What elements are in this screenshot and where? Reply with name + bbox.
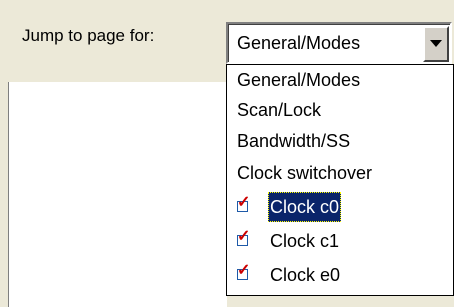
combobox-value: General/Modes: [237, 33, 361, 53]
combobox-field[interactable]: General/Modes: [228, 24, 450, 62]
checkmark-icon: ✓: [237, 228, 251, 245]
content-pane: [8, 82, 227, 307]
combobox-dropdown-list[interactable]: General/Modes Scan/Lock Bandwidth/SS Clo…: [226, 64, 454, 296]
option-general-modes[interactable]: General/Modes: [227, 65, 453, 95]
jump-to-page-label: Jump to page for:: [22, 26, 155, 45]
dialog-panel: Jump to page for: General/Modes General/…: [0, 0, 454, 307]
option-label: General/Modes: [237, 70, 361, 90]
option-label: Scan/Lock: [237, 100, 322, 120]
option-scan-lock[interactable]: Scan/Lock: [227, 95, 453, 125]
option-clock-c0[interactable]: ✓ Clock c0: [227, 192, 453, 222]
option-clock-switchover[interactable]: Clock switchover: [227, 158, 453, 188]
option-label: Clock c1: [270, 231, 340, 251]
checkmark-icon: ✓: [237, 194, 251, 211]
option-clock-e0[interactable]: ✓ Clock e0: [227, 260, 453, 290]
option-label: Clock switchover: [237, 163, 373, 183]
chevron-down-icon: [430, 40, 442, 47]
option-label: Clock e0: [270, 265, 341, 285]
combobox-dropdown-button[interactable]: [423, 26, 449, 62]
option-clock-c1[interactable]: ✓ Clock c1: [227, 226, 453, 256]
option-label: Bandwidth/SS: [237, 131, 351, 151]
option-bandwidth-ss[interactable]: Bandwidth/SS: [227, 126, 453, 156]
jump-to-page-combobox[interactable]: General/Modes: [226, 22, 452, 64]
option-label: Clock c0: [268, 192, 342, 222]
checkmark-icon: ✓: [237, 262, 251, 279]
